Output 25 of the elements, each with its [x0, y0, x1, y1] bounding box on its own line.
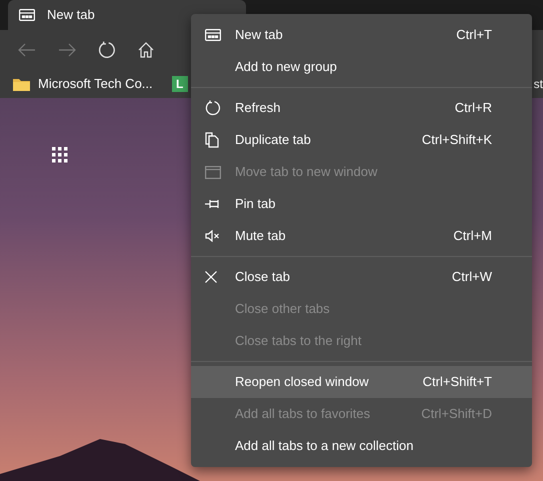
bookmark-label[interactable]: Microsoft Tech Co... — [38, 74, 153, 94]
refresh-icon — [205, 100, 221, 116]
refresh-icon — [98, 41, 116, 59]
duplicate-icon — [205, 132, 219, 148]
menu-item[interactable]: Add to new group — [191, 51, 532, 83]
menu-item[interactable]: Pin tab — [191, 188, 532, 220]
tab-icon — [19, 9, 35, 21]
menu-item[interactable]: Mute tab Ctrl+M — [191, 220, 532, 252]
folder-icon — [13, 78, 30, 90]
menu-item[interactable]: Add all tabs to a new collection — [191, 430, 532, 462]
home-icon[interactable] — [138, 42, 154, 58]
menu-item[interactable]: Reopen closed window Ctrl+Shift+T — [191, 366, 532, 398]
forward-arrow-icon[interactable] — [58, 43, 76, 57]
tab-icon — [205, 29, 221, 41]
menu-item[interactable]: Duplicate tab Ctrl+Shift+K — [191, 124, 532, 156]
bookmark-label[interactable]: st — [534, 75, 543, 93]
apps-grid-icon[interactable] — [52, 147, 68, 163]
back-arrow-icon[interactable] — [18, 43, 36, 57]
menu-item[interactable]: Close tab Ctrl+W — [191, 261, 532, 293]
speaker-mute-icon — [205, 230, 220, 242]
window-icon — [205, 166, 221, 178]
menu-item[interactable]: Refresh Ctrl+R — [191, 92, 532, 124]
pin-icon — [205, 199, 221, 209]
tab-title: New tab — [47, 6, 95, 24]
close-icon — [205, 271, 217, 283]
